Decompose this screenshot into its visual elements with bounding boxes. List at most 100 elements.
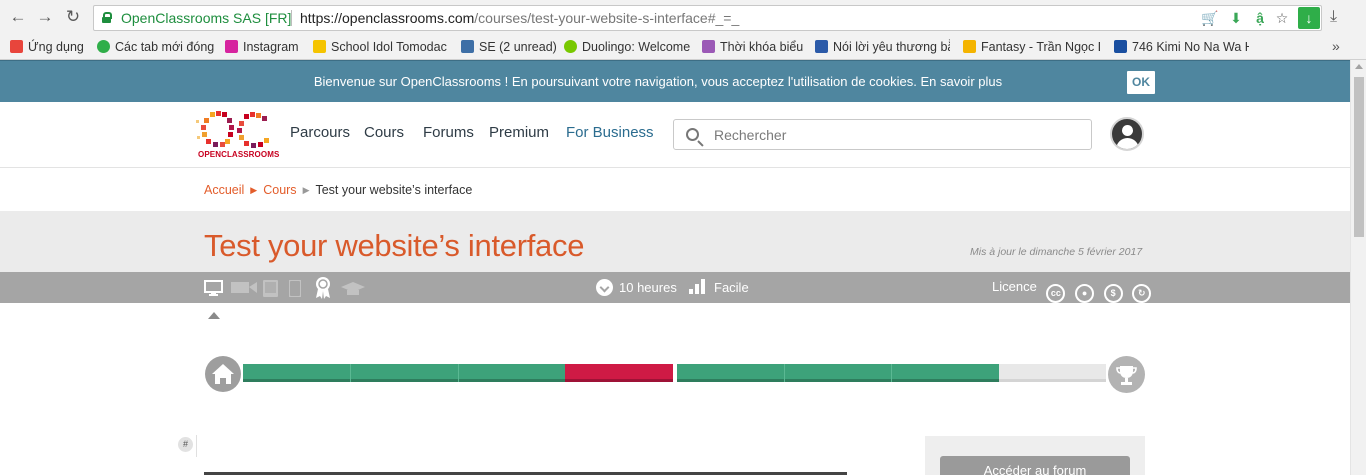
graduation-cap-icon[interactable]	[341, 282, 365, 296]
nav-cours[interactable]: Cours	[364, 124, 404, 141]
openclassrooms-logo[interactable]: OPENCLASSROOMS	[196, 110, 279, 160]
bookmark-noi-loi[interactable]: Nói lời yêu thương bằ	[815, 39, 950, 56]
vertical-scrollbar[interactable]	[1350, 60, 1366, 475]
bookmark-school-idol[interactable]: School Idol Tomodach	[313, 39, 447, 56]
course-difficulty: Facile	[689, 279, 749, 295]
download-extension-icon[interactable]: ⬇	[1227, 9, 1245, 27]
creative-commons-icon[interactable]: cc	[1046, 284, 1066, 303]
bookmark-recent-tabs[interactable]: Các tab mới đóng	[97, 39, 215, 56]
progress-divider	[891, 364, 893, 382]
search-box[interactable]	[673, 119, 1092, 150]
nav-parcours[interactable]: Parcours	[290, 124, 350, 141]
course-progress-bar	[243, 364, 1106, 382]
breadcrumb-cours[interactable]: Cours	[263, 183, 296, 197]
bookmark-label: Ứng dụng	[28, 40, 84, 54]
clock-icon	[596, 279, 613, 296]
duolingo-icon	[564, 40, 577, 53]
bookmark-apps[interactable]: Ứng dụng	[10, 39, 88, 56]
omnibox-divider	[291, 10, 292, 26]
bookmark-label: Các tab mới đóng	[115, 40, 215, 54]
reload-icon[interactable]: ↻	[63, 7, 83, 27]
difficulty-label: Facile	[714, 280, 749, 295]
bookmarks-bar: Ứng dụng Các tab mới đóng Instagram Scho…	[0, 35, 1366, 60]
course-sidebar: Accéder au forum	[925, 436, 1145, 475]
course-home-button[interactable]	[205, 356, 241, 392]
progress-chapter-fail[interactable]	[565, 364, 673, 382]
bookmark-duolingo[interactable]: Duolingo: Welcome	[564, 39, 692, 56]
nav-premium[interactable]: Premium	[489, 124, 549, 141]
progress-chapter-done[interactable]	[350, 364, 458, 382]
breadcrumb-separator-icon: ▶	[250, 185, 258, 195]
timetable-icon	[702, 40, 715, 53]
trophy-icon	[1116, 366, 1137, 385]
downloader-extension-icon[interactable]: ↓	[1298, 7, 1320, 29]
anchor-link-button[interactable]: #	[178, 437, 193, 452]
address-bar[interactable]: OpenClassrooms SAS [FR] https://openclas…	[93, 5, 1322, 31]
progress-chapter-done[interactable]	[676, 364, 784, 382]
more-bookmarks-button[interactable]: »	[1332, 38, 1340, 54]
avatar-body	[1116, 138, 1139, 149]
progress-divider	[457, 364, 459, 382]
progress-divider	[783, 364, 785, 382]
search-input[interactable]	[714, 126, 1074, 144]
scroll-up-icon[interactable]	[1355, 64, 1363, 69]
tablet-icon[interactable]	[263, 280, 278, 297]
cart-extension-icon[interactable]: 🛒	[1201, 9, 1219, 27]
bookmark-stackexchange[interactable]: SE (2 unread)	[461, 39, 556, 56]
avatar-head	[1122, 125, 1133, 136]
back-icon[interactable]: ←	[8, 7, 28, 27]
course-info-bar: 10 heures Facile Licence cc ● $ ↻	[0, 272, 1350, 303]
progress-chapter-done[interactable]	[783, 364, 892, 382]
apps-grid-icon	[10, 40, 23, 53]
vietnamese-input-extension-icon[interactable]: ậ	[1251, 9, 1269, 27]
desktop-icon[interactable]	[204, 280, 223, 296]
instagram-icon	[225, 40, 238, 53]
progress-divider	[350, 364, 352, 382]
forum-button[interactable]: Accéder au forum	[940, 456, 1130, 475]
nav-forums[interactable]: Forums	[423, 124, 474, 141]
nav-for-business[interactable]: For Business	[566, 124, 654, 141]
url-text[interactable]: https://openclassrooms.com/courses/test-…	[300, 10, 739, 26]
lock-icon	[102, 12, 112, 23]
attribution-icon[interactable]: ●	[1075, 284, 1095, 303]
bookmark-kimi-no-na-wa[interactable]: 746 Kimi No Na Wa H	[1114, 39, 1249, 56]
noncommercial-icon[interactable]: $	[1103, 284, 1123, 303]
breadcrumb-home[interactable]: Accueil	[204, 183, 244, 197]
url-path: /courses/test-your-website-s-interface#_…	[474, 10, 740, 26]
forward-icon[interactable]: →	[35, 7, 55, 27]
bookmark-label: Instagram	[243, 40, 299, 54]
logo-wordmark: OPENCLASSROOMS	[198, 150, 280, 159]
last-updated: Mis à jour le dimanche 5 février 2017	[970, 246, 1143, 258]
website-icon	[1114, 40, 1127, 53]
progress-chapter-done[interactable]	[243, 364, 351, 382]
course-completion-button[interactable]	[1108, 356, 1145, 393]
bookmark-fantasy-drive[interactable]: Fantasy - Trần Ngọc D	[963, 39, 1100, 56]
sharealike-icon[interactable]: ↻	[1132, 284, 1152, 303]
breadcrumb: Accueil ▶ Cours ▶ Test your website’s interf…	[204, 183, 472, 197]
bookmark-timetable[interactable]: Thời khóa biểu	[702, 39, 805, 56]
page-title: Test your website’s interface	[204, 228, 585, 263]
progress-chapter-done[interactable]	[457, 364, 566, 382]
site-identity[interactable]: OpenClassrooms SAS [FR]	[121, 10, 291, 26]
downloads-icon[interactable]: ⤓	[1330, 8, 1337, 26]
scrollbar-thumb[interactable]	[1354, 77, 1364, 237]
course-licence: Licence cc ● $ ↻	[992, 279, 1152, 303]
anchor-divider	[196, 435, 197, 457]
video-icon[interactable]	[231, 280, 257, 294]
cookie-ok-button[interactable]: OK	[1127, 71, 1155, 94]
avatar[interactable]	[1110, 117, 1144, 151]
active-format-indicator	[208, 312, 220, 319]
duration-label: 10 heures	[619, 280, 677, 295]
licence-label[interactable]: Licence	[992, 279, 1037, 294]
bookmark-instagram[interactable]: Instagram	[225, 39, 301, 56]
bookmark-label: Thời khóa biểu	[720, 40, 804, 54]
mobile-icon[interactable]	[289, 280, 301, 297]
breadcrumb-current: Test your website’s interface	[315, 183, 473, 197]
course-duration: 10 heures	[596, 279, 677, 296]
progress-chapter-done[interactable]	[891, 364, 999, 382]
progress-chapter-todo[interactable]	[998, 364, 1106, 382]
logo-mark	[196, 111, 269, 148]
bookmark-star-icon[interactable]: ☆	[1273, 9, 1291, 27]
certificate-icon[interactable]	[315, 276, 331, 299]
cookie-message[interactable]: Bienvenue sur OpenClassrooms ! En poursu…	[0, 74, 1316, 89]
